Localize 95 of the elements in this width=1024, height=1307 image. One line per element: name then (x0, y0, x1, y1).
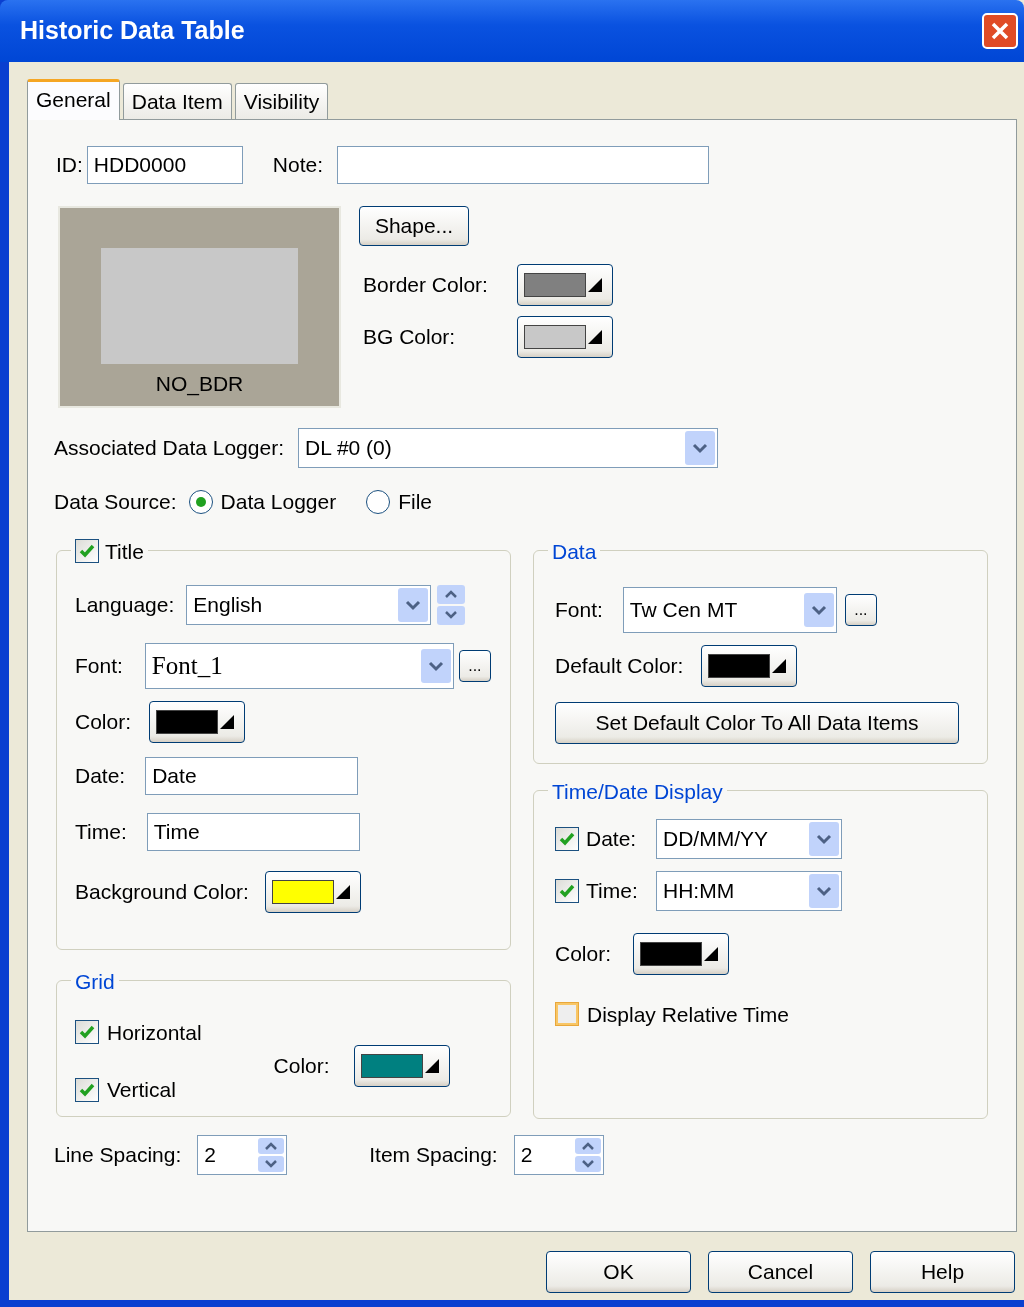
checkmark-icon (79, 1082, 95, 1097)
field-label: File (398, 489, 432, 515)
field-label: Font: (555, 596, 603, 623)
field-label: Color: (273, 1053, 330, 1080)
tab[interactable]: Data Item (122, 83, 232, 119)
checkmark-icon (559, 883, 575, 898)
dialog-button[interactable]: Help (870, 1251, 1015, 1293)
color-picker-button[interactable] (264, 870, 361, 913)
field-label: Item Spacing: (369, 1141, 498, 1168)
field-label: Language: (75, 591, 175, 618)
chevron-down-icon (427, 659, 444, 672)
triangle-icon (220, 714, 235, 729)
group-label: Grid (75, 968, 115, 995)
spin-buttons[interactable] (437, 584, 466, 625)
ellipsis-button[interactable]: ... (458, 649, 491, 682)
dropdown[interactable]: HH:MM (656, 870, 842, 911)
dropdown[interactable]: DL #0 (0) (298, 428, 718, 468)
color-picker-button[interactable] (517, 264, 613, 306)
color-picker-button[interactable] (701, 644, 798, 687)
checkbox[interactable] (555, 826, 579, 851)
field-label: Data Source: (54, 489, 177, 515)
checkbox[interactable] (555, 1002, 579, 1027)
field-label: Title (105, 538, 144, 565)
field-label: ID: (56, 152, 83, 179)
color-picker-button[interactable] (633, 932, 730, 975)
chevron-down-icon (264, 1158, 279, 1169)
triangle-icon (772, 658, 787, 673)
chevron-down-icon (816, 884, 832, 897)
field-label: Color: (555, 940, 612, 967)
checkbox[interactable] (75, 1077, 99, 1102)
field-label: Time: (75, 818, 127, 845)
chevron-up-icon (580, 1140, 595, 1151)
triangle-icon (704, 946, 719, 961)
field-label: Border Color: (363, 272, 488, 299)
ellipsis-button[interactable]: ... (844, 593, 877, 626)
group-label: Time/Date Display (552, 778, 723, 805)
set-default-color-button[interactable]: Set Default Color To All Data Items (555, 701, 959, 744)
field-label: Default Color: (555, 652, 684, 679)
chevron-down-icon (810, 603, 827, 616)
dropdown[interactable]: English (186, 584, 432, 625)
group-label: Data (552, 538, 597, 565)
close-icon (990, 21, 1010, 41)
close-button[interactable] (982, 13, 1018, 49)
triangle-icon (588, 278, 602, 292)
dialog-button[interactable]: OK (546, 1251, 691, 1293)
field-label: Horizontal (107, 1019, 202, 1046)
field-label: Display Relative Time (587, 1001, 789, 1028)
field-label: Note: (272, 152, 324, 179)
shape-button[interactable]: Shape... (359, 206, 469, 246)
tab[interactable]: Visibility (234, 83, 329, 119)
field-label: BG Color: (363, 324, 456, 351)
chevron-down-icon (692, 442, 708, 454)
input-field[interactable]: Time (146, 812, 360, 851)
field-label: Color: (75, 708, 132, 735)
field-label: Date: (75, 762, 126, 789)
field-label: Background Color: (75, 878, 249, 905)
field-label: Data Logger (220, 489, 337, 515)
input-field[interactable] (337, 146, 710, 184)
color-picker-button[interactable] (517, 316, 613, 358)
dropdown[interactable]: DD/MM/YY (656, 818, 842, 859)
input-field[interactable]: Date (145, 756, 359, 795)
spin-field[interactable]: 2 (513, 1134, 604, 1175)
triangle-icon (335, 884, 350, 899)
dropdown[interactable]: Font_1 (144, 642, 454, 689)
tab[interactable]: General (27, 79, 120, 120)
chevron-up-icon (264, 1140, 279, 1151)
field-label: Time: (586, 877, 638, 904)
color-picker-button[interactable] (353, 1045, 450, 1087)
chevron-down-icon (405, 598, 422, 611)
dropdown[interactable]: Tw Cen MT (622, 586, 837, 633)
triangle-icon (588, 330, 602, 344)
window-title: Historic Data Table (20, 15, 246, 47)
input-field[interactable]: HDD0000 (86, 146, 243, 184)
checkmark-icon (559, 831, 575, 846)
color-picker-button[interactable] (149, 700, 246, 743)
chevron-down-icon (580, 1158, 595, 1169)
spin-field[interactable]: 2 (197, 1134, 288, 1175)
triangle-icon (424, 1059, 439, 1073)
radio-button[interactable] (188, 489, 213, 514)
chevron-down-icon (444, 610, 459, 620)
checkbox[interactable] (75, 1020, 99, 1045)
field-label: Font: (75, 652, 123, 679)
field-label: Date: (586, 825, 637, 852)
checkbox[interactable] (555, 878, 579, 903)
field-label: Associated Data Logger: (54, 435, 284, 462)
checkmark-icon (79, 544, 95, 559)
checkmark-icon (79, 1025, 95, 1040)
chevron-up-icon (444, 589, 459, 599)
preview-caption: NO_BDR (155, 371, 244, 398)
checkbox[interactable] (75, 539, 99, 564)
field-label: Line Spacing: (54, 1141, 182, 1168)
radio-button[interactable] (366, 489, 391, 514)
chevron-down-icon (816, 832, 832, 845)
dialog-button[interactable]: Cancel (708, 1251, 853, 1293)
field-label: Vertical (107, 1077, 176, 1103)
